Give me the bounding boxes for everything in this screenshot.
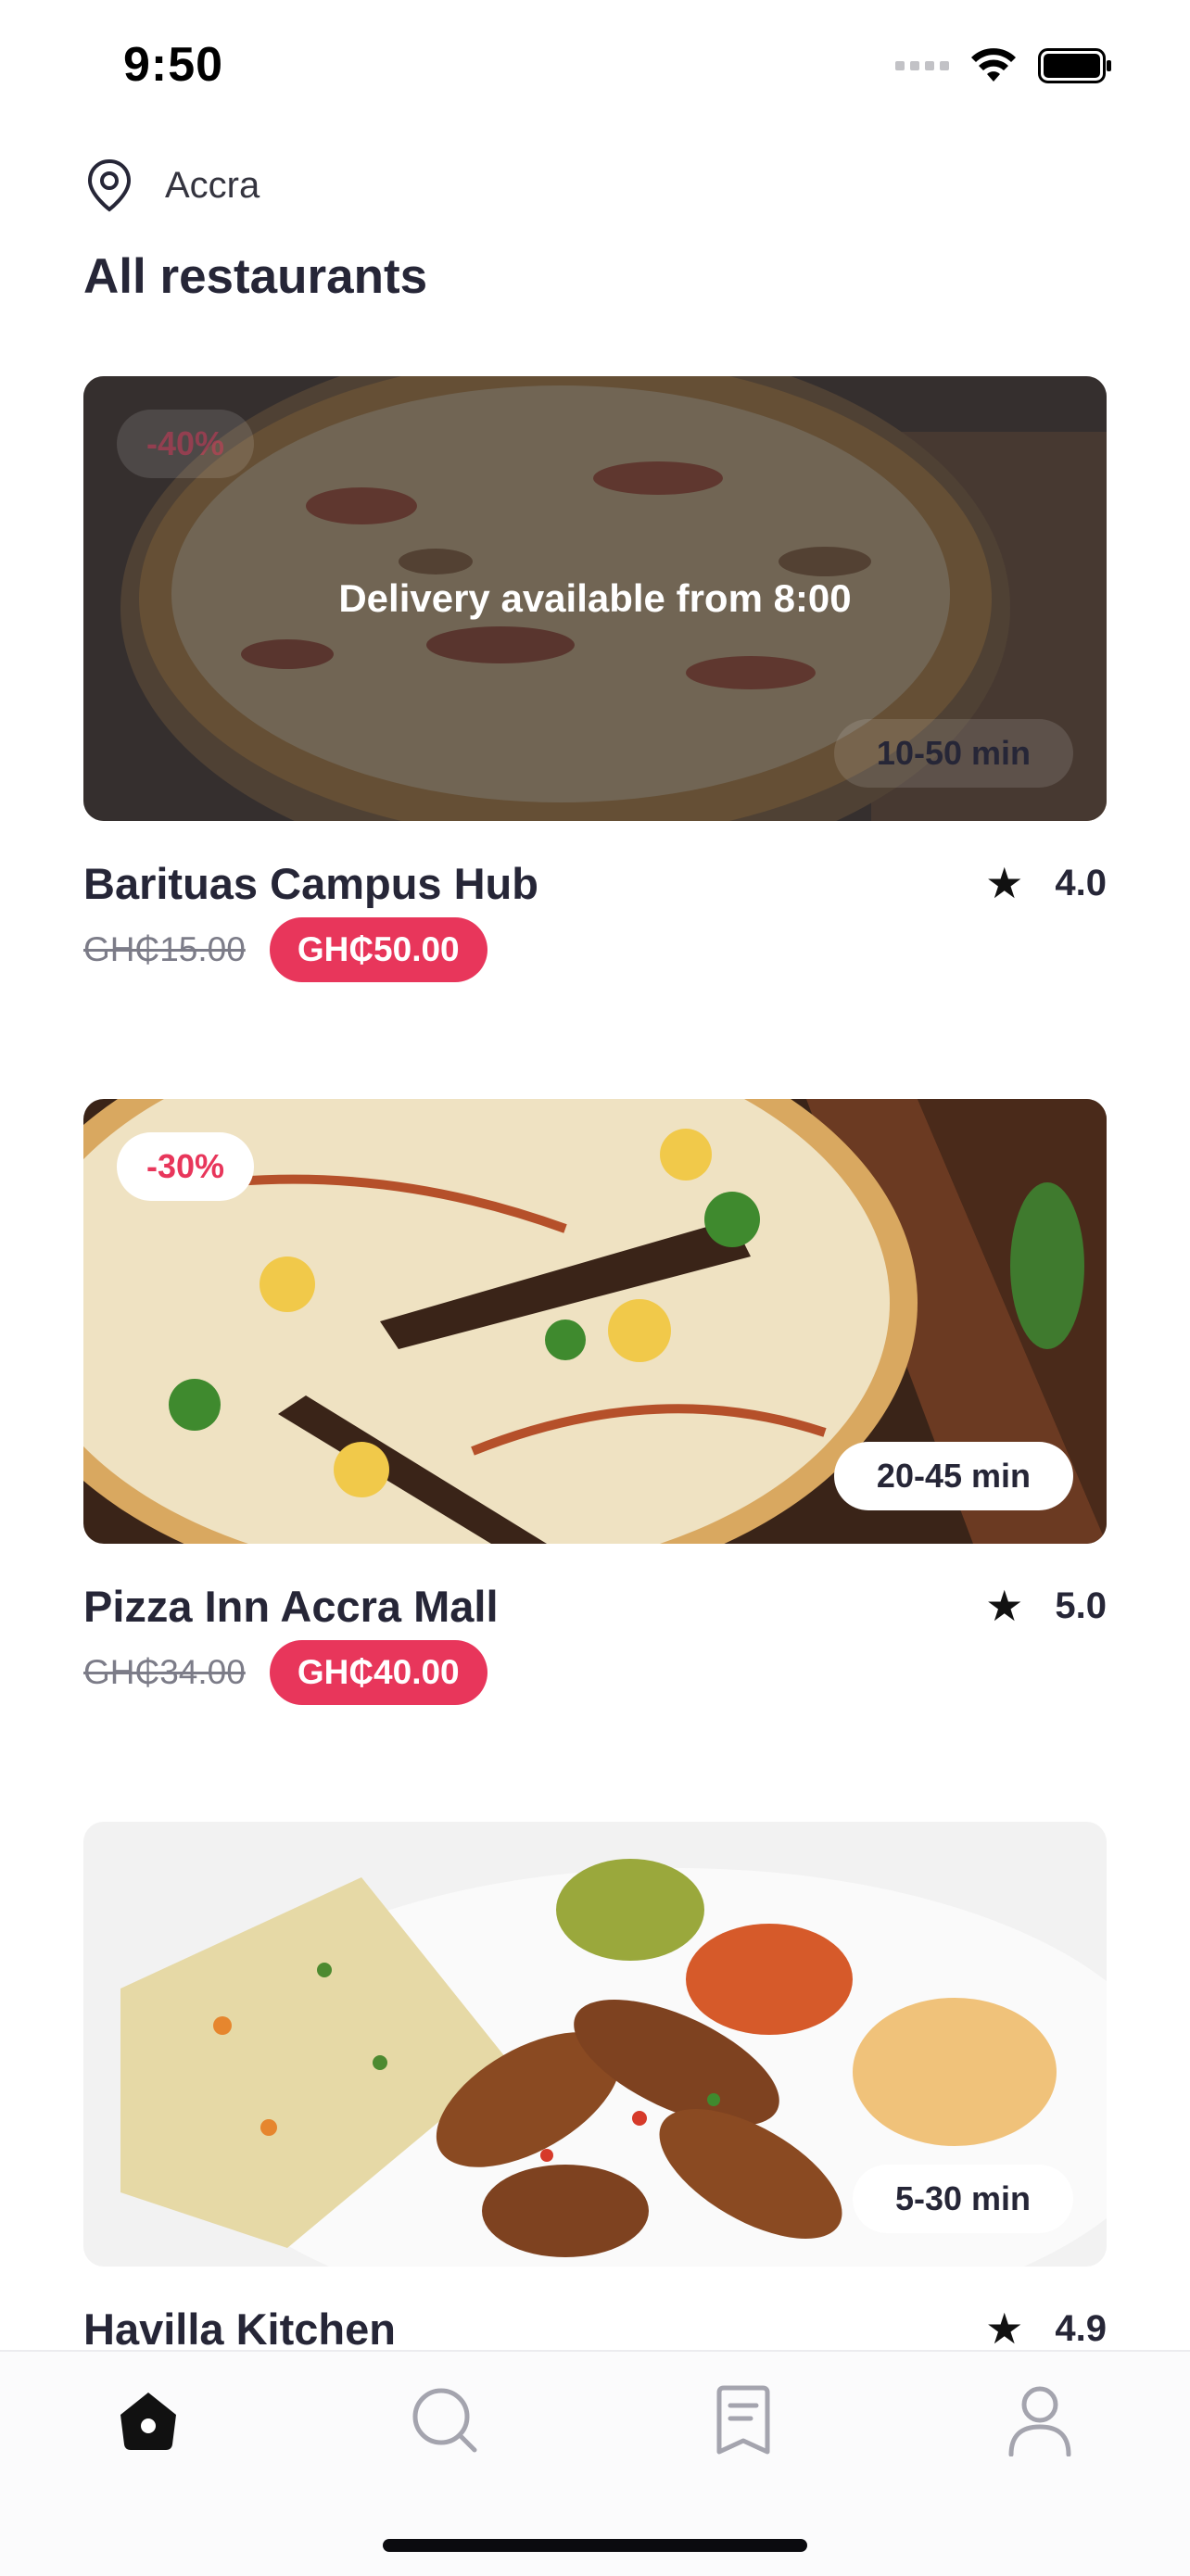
availability-note: Delivery available from 8:00 [338, 576, 852, 620]
page-title: All restaurants [83, 249, 428, 304]
home-icon [120, 2393, 176, 2450]
delivery-time-badge: 10-50 min [833, 719, 1073, 788]
price-badge: GH₵40.00 [269, 1640, 487, 1705]
delivery-time-badge: 20-45 min [833, 1442, 1073, 1510]
battery-icon [1038, 48, 1111, 83]
restaurant-name: Havilla Kitchen [83, 2305, 396, 2354]
restaurant-image[interactable]: -30% 20-45 min [83, 1099, 1107, 1544]
cellular-signal-icon [895, 61, 949, 70]
restaurant-card[interactable]: Delivery available from 8:00 -40% 10-50 … [83, 376, 1107, 982]
status-bar: 9:50 [0, 0, 1190, 139]
rating: ★ 4.0 [985, 858, 1107, 908]
restaurant-name: Barituas Campus Hub [83, 859, 538, 908]
user-icon [1008, 2386, 1071, 2456]
price-row: GH₵15.00 GH₵50.00 [83, 917, 487, 982]
star-icon: ★ [985, 2305, 1024, 2353]
location-selector[interactable]: Accra [83, 158, 260, 213]
price-badge: GH₵50.00 [269, 917, 487, 982]
restaurant-card[interactable]: -30% 20-45 min Pizza Inn Accra Mall ★ 5.… [83, 1099, 1107, 1705]
tab-profile[interactable] [994, 2374, 1086, 2467]
rating: ★ 5.0 [985, 1581, 1107, 1631]
tab-orders[interactable] [697, 2374, 790, 2467]
wifi-icon [971, 48, 1016, 82]
old-price: GH₵34.00 [83, 1653, 246, 1691]
discount-badge: -30% [117, 1132, 255, 1201]
receipt-icon [716, 2385, 770, 2455]
restaurant-card[interactable]: 5-30 min Havilla Kitchen ★ 4.9 [83, 1822, 1107, 2406]
search-icon [412, 2388, 477, 2453]
status-time: 9:50 [123, 38, 224, 92]
delivery-time-badge: 5-30 min [852, 2165, 1073, 2233]
rating-value: 5.0 [1055, 1585, 1107, 1626]
star-icon: ★ [985, 1582, 1024, 1630]
location-city: Accra [165, 164, 260, 206]
price-row: GH₵34.00 GH₵40.00 [83, 1640, 487, 1705]
rating: ★ 4.9 [985, 2304, 1107, 2354]
star-icon: ★ [985, 859, 1024, 907]
tab-home[interactable] [102, 2374, 195, 2467]
old-price: GH₵15.00 [83, 930, 246, 968]
rating-value: 4.0 [1055, 862, 1107, 903]
discount-badge: -40% [117, 410, 255, 478]
status-icons [895, 48, 1112, 83]
restaurant-image[interactable]: Delivery available from 8:00 -40% 10-50 … [83, 376, 1107, 821]
location-pin-icon [87, 158, 132, 212]
restaurant-name: Pizza Inn Accra Mall [83, 1582, 499, 1631]
rating-value: 4.9 [1055, 2307, 1107, 2349]
restaurant-image[interactable]: 5-30 min [83, 1822, 1107, 2267]
home-indicator[interactable] [383, 2539, 807, 2552]
tab-search[interactable] [399, 2374, 491, 2467]
